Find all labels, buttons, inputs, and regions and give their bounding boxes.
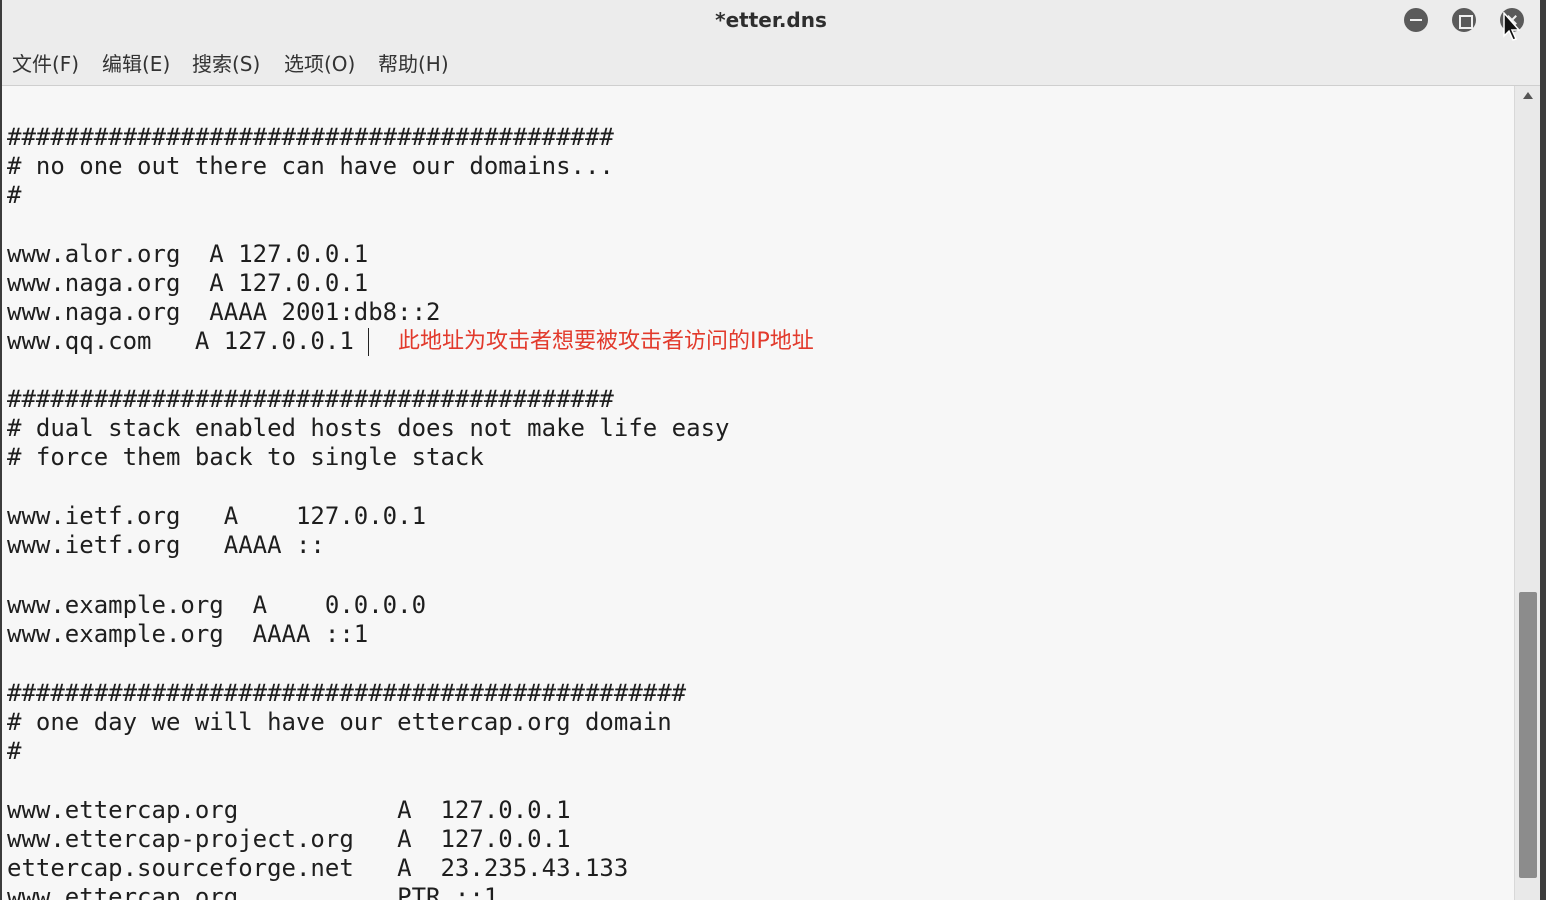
text-editor[interactable]: ########################################… — [2, 86, 1514, 900]
code-line: # — [7, 737, 22, 765]
window-title: *etter.dns — [715, 8, 827, 32]
code-line: www.naga.org A 127.0.0.1 — [7, 269, 369, 297]
maximize-button[interactable] — [1452, 8, 1476, 32]
code-line: # — [7, 181, 22, 209]
menu-search[interactable]: 搜索(S) — [192, 42, 260, 86]
menu-bar: 文件(F) 编辑(E) 搜索(S) 选项(O) 帮助(H) — [2, 42, 1540, 86]
editor-window: *etter.dns 文件(F) 编辑(E) 搜索(S) 选项(O) 帮助(H)… — [2, 0, 1540, 900]
scroll-up-arrow-icon[interactable] — [1523, 92, 1533, 99]
code-line: # no one out there can have our domains.… — [7, 152, 614, 180]
code-line: ########################################… — [7, 123, 614, 151]
code-line: www.example.org AAAA ::1 — [7, 620, 369, 648]
menu-file[interactable]: 文件(F) — [12, 42, 79, 86]
code-line: www.alor.org A 127.0.0.1 — [7, 240, 369, 268]
code-line: www.example.org A 0.0.0.0 — [7, 591, 427, 619]
vertical-scrollbar[interactable] — [1514, 86, 1540, 900]
code-line: www.naga.org AAAA 2001:db8::2 — [7, 298, 441, 326]
code-line: ettercap.sourceforge.net A 23.235.43.133 — [7, 854, 629, 882]
code-line: www.ietf.org A 127.0.0.1 — [7, 502, 427, 530]
menu-options[interactable]: 选项(O) — [284, 42, 355, 86]
code-line: www.ettercap.org A 127.0.0.1 — [7, 796, 571, 824]
menu-edit[interactable]: 编辑(E) — [102, 42, 170, 86]
code-line: ########################################… — [7, 385, 614, 413]
code-line: www.ettercap-project.org A 127.0.0.1 — [7, 825, 571, 853]
annotation-note: 此地址为攻击者想要被攻击者访问的IP地址 — [398, 329, 814, 354]
code-line: # one day we will have our ettercap.org … — [7, 708, 672, 736]
scroll-thumb[interactable] — [1519, 592, 1537, 878]
code-line: # dual stack enabled hosts does not make… — [7, 414, 730, 442]
text-caret — [368, 328, 369, 356]
title-bar[interactable]: *etter.dns — [2, 0, 1540, 42]
code-line: ########################################… — [7, 679, 687, 707]
code-line: www.ettercap.org PTR ::1 — [7, 883, 499, 900]
code-line: www.ietf.org AAAA :: — [7, 531, 325, 559]
code-line: # force them back to single stack — [7, 443, 484, 471]
code-line: www.qq.com A 127.0.0.1 — [7, 327, 354, 355]
menu-help[interactable]: 帮助(H) — [378, 42, 449, 86]
minimize-button[interactable] — [1404, 8, 1428, 32]
mouse-pointer-icon — [1503, 12, 1520, 41]
